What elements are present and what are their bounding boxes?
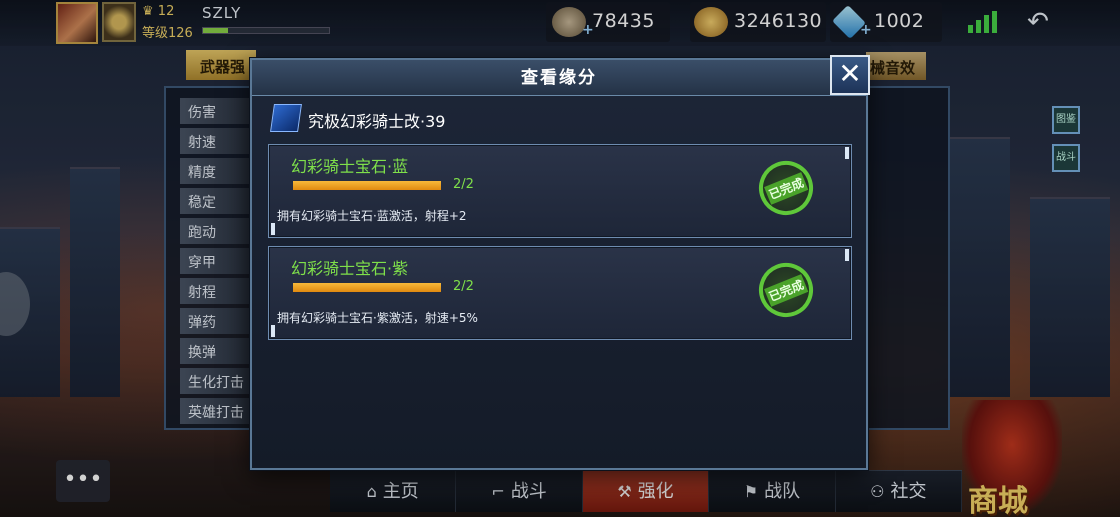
card-description: 拥有幻彩骑士宝石·蓝激活，射程+2 <box>277 209 467 223</box>
completed-stamp-label: 已完成 <box>763 273 809 307</box>
completed-stamp-label: 已完成 <box>763 171 809 205</box>
close-button[interactable]: ✕ <box>830 55 870 95</box>
card-progress-text: 2/2 <box>453 279 474 294</box>
card-progress-text: 2/2 <box>453 177 474 192</box>
card-progress-bar <box>293 181 441 190</box>
completed-stamp-icon: 已完成 <box>750 254 822 326</box>
fate-dialog: 查看缘分 究极幻彩骑士改·39 幻彩骑士宝石·蓝 2/2 拥有幻彩骑士宝石·蓝激… <box>250 58 868 470</box>
card-description: 拥有幻彩骑士宝石·紫激活，射速+5% <box>277 311 478 325</box>
card-progress-fill <box>293 283 441 292</box>
completed-stamp-icon: 已完成 <box>750 152 822 224</box>
card-title: 幻彩骑士宝石·紫 <box>291 259 409 278</box>
card-progress-bar <box>293 283 441 292</box>
fate-card: 幻彩骑士宝石·蓝 2/2 拥有幻彩骑士宝石·蓝激活，射程+2 已完成 <box>268 144 852 238</box>
game-screen: ♛ 12 等级126 SZLY + 78435 3246130 + 1002 ↶… <box>0 0 1120 517</box>
card-progress-fill <box>293 181 441 190</box>
weapon-icon <box>270 104 302 132</box>
dialog-title: 查看缘分 <box>521 68 597 88</box>
dialog-header: 查看缘分 <box>252 60 866 96</box>
card-title: 幻彩骑士宝石·蓝 <box>291 157 409 176</box>
weapon-name: 究极幻彩骑士改·39 <box>308 112 446 131</box>
fate-card: 幻彩骑士宝石·紫 2/2 拥有幻彩骑士宝石·紫激活，射速+5% 已完成 <box>268 246 852 340</box>
